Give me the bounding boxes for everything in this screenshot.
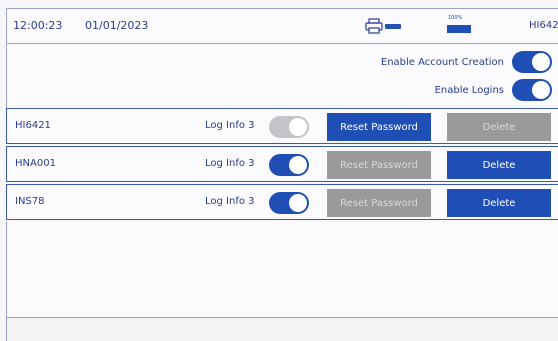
toggle-knob [532, 53, 550, 71]
enable-logins-toggle[interactable] [512, 79, 552, 101]
setting-label: Enable Account Creation [380, 56, 504, 68]
settings-area: Enable Account Creation Enable Logins [6, 44, 558, 108]
user-enabled-toggle[interactable] [269, 192, 309, 214]
screen: 12:00:23 01/01/2023 100% HI642 Enable Ac… [0, 0, 558, 341]
toggle-knob [289, 194, 307, 212]
user-name: INS78 [15, 196, 45, 207]
user-name: HNA001 [15, 158, 56, 169]
log-info: Log Info 3 [205, 158, 255, 169]
pen-icon [385, 24, 401, 29]
log-info: Log Info 3 [205, 196, 255, 207]
battery-label: 100% [448, 15, 463, 21]
reset-password-button: Reset Password [327, 189, 431, 217]
user-row: HI6421 Log Info 3 Reset Password Delete [6, 108, 558, 144]
status-user: HI642 [529, 20, 558, 31]
setting-row-logins: Enable Logins [435, 78, 552, 102]
user-name: HI6421 [15, 120, 51, 131]
empty-list-area [6, 222, 558, 318]
delete-button[interactable]: Delete [447, 189, 551, 217]
log-info: Log Info 3 [205, 120, 255, 131]
user-row: INS78 Log Info 3 Reset Password Delete [6, 184, 558, 220]
reset-password-button: Reset Password [327, 151, 431, 179]
user-row: HNA001 Log Info 3 Reset Password Delete [6, 146, 558, 182]
status-date: 01/01/2023 [85, 19, 149, 32]
printer-icon[interactable] [365, 18, 383, 34]
status-bar: 12:00:23 01/01/2023 100% HI642 [6, 8, 558, 44]
user-enabled-toggle[interactable] [269, 116, 309, 138]
toggle-knob [289, 118, 307, 136]
bottom-panel [6, 318, 558, 341]
setting-row-account-creation: Enable Account Creation [381, 50, 552, 74]
battery-indicator: 100% [447, 15, 473, 37]
delete-button[interactable]: Delete [447, 151, 551, 179]
enable-account-creation-toggle[interactable] [512, 51, 552, 73]
delete-button: Delete [447, 113, 551, 141]
toggle-knob [532, 81, 550, 99]
status-time: 12:00:23 [13, 19, 63, 32]
setting-label: Enable Logins [434, 84, 504, 96]
toggle-knob [289, 156, 307, 174]
user-enabled-toggle[interactable] [269, 154, 309, 176]
reset-password-button[interactable]: Reset Password [327, 113, 431, 141]
user-list: HI6421 Log Info 3 Reset Password Delete … [6, 108, 558, 222]
battery-icon [447, 25, 471, 33]
